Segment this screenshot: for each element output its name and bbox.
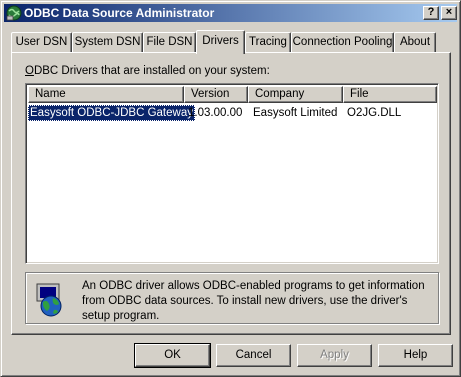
section-label-text: DBC Drivers that are installed on your s… <box>33 65 270 77</box>
tab-system-dsn[interactable]: System DSN <box>72 32 143 52</box>
driver-company-cell: Easysoft Limited <box>253 107 338 119</box>
driver-file-cell: O2JG.DLL <box>347 107 402 119</box>
apply-button[interactable]: Apply <box>297 344 372 367</box>
help-title-button[interactable]: ? <box>423 6 439 20</box>
cancel-button[interactable]: Cancel <box>216 344 291 367</box>
help-icon: ? <box>427 6 435 18</box>
help-button[interactable]: Help <box>378 344 453 367</box>
tab-about[interactable]: About <box>394 32 436 52</box>
odbc-app-icon <box>6 5 22 21</box>
tab-user-dsn[interactable]: User DSN <box>11 32 72 52</box>
tab-file-dsn[interactable]: File DSN <box>143 32 196 52</box>
column-header-file[interactable]: File <box>343 86 437 103</box>
title-bar[interactable]: ODBC Data Source Administrator ? × <box>4 4 457 22</box>
globe-computer-icon <box>36 283 62 317</box>
drivers-list[interactable]: Name Version Company File Easysoft ODBC-… <box>25 83 439 264</box>
info-description: An ODBC driver allows ODBC-enabled progr… <box>82 280 425 322</box>
column-header-version[interactable]: Version <box>184 86 248 103</box>
drivers-section-label: ODBC Drivers that are installed on your … <box>25 65 270 77</box>
tab-drivers[interactable]: Drivers <box>196 30 245 54</box>
column-header-company[interactable]: Company <box>248 86 343 103</box>
window-title: ODBC Data Source Administrator <box>24 6 215 20</box>
ok-button[interactable]: OK <box>134 343 211 368</box>
tab-connection-pooling[interactable]: Connection Pooling <box>291 32 394 52</box>
column-header-name[interactable]: Name <box>28 86 184 103</box>
info-group: An ODBC driver allows ODBC-enabled progr… <box>25 272 439 324</box>
close-title-button[interactable]: × <box>441 6 457 20</box>
tab-tracing[interactable]: Tracing <box>245 32 291 52</box>
driver-version-cell: 1.03.00.00 <box>188 107 243 119</box>
section-label-mnemonic: O <box>25 65 34 77</box>
close-icon: × <box>445 6 453 18</box>
odbc-admin-window: ODBC Data Source Administrator ? × User … <box>0 0 461 377</box>
driver-name-cell[interactable]: Easysoft ODBC-JDBC Gateway <box>28 105 195 121</box>
